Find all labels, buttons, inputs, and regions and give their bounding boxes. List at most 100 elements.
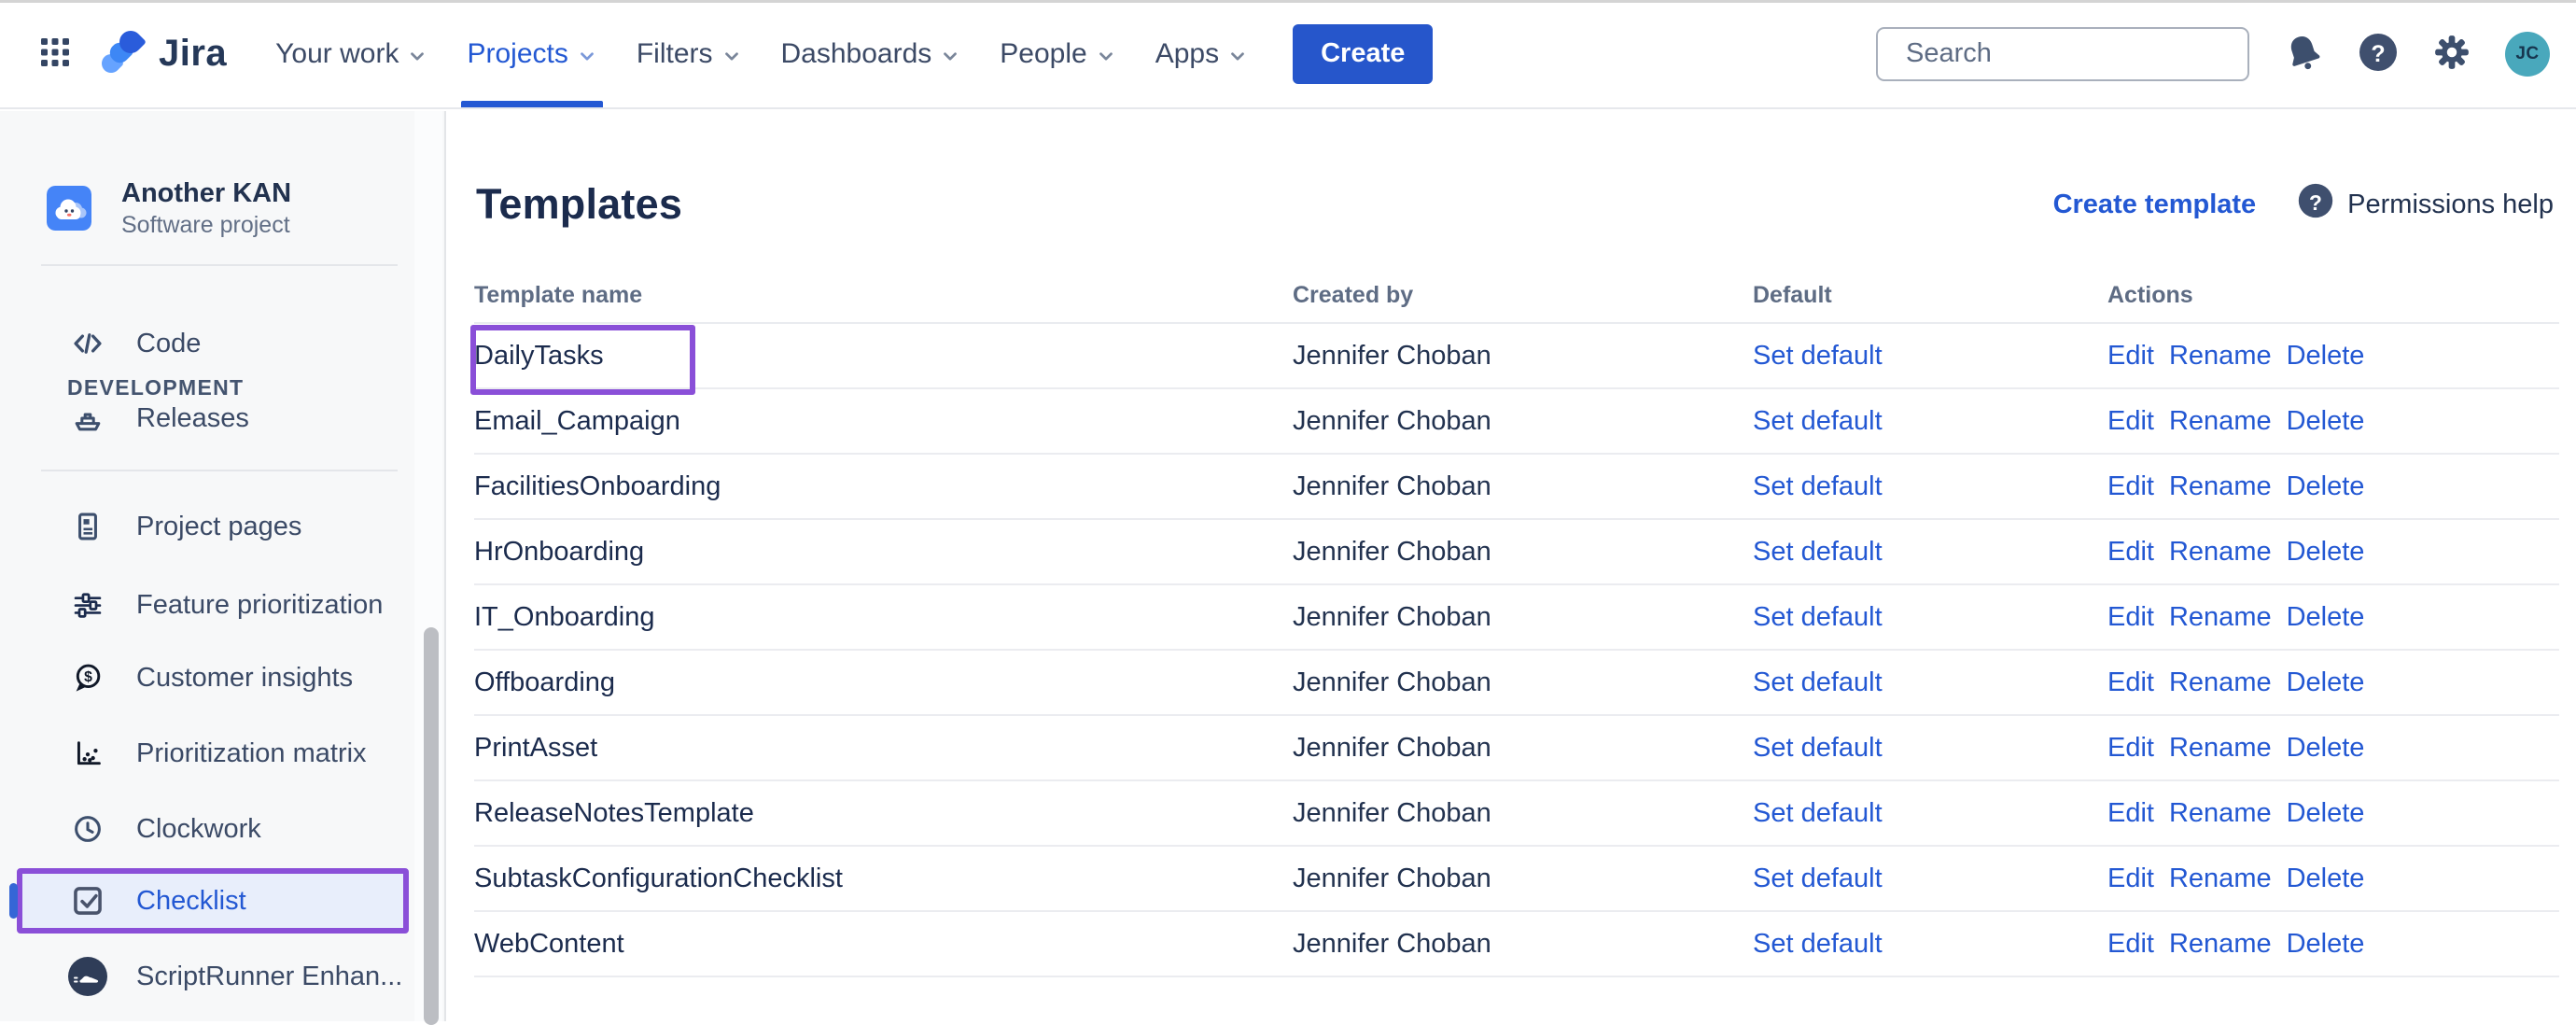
delete-link[interactable]: Delete (2287, 537, 2365, 568)
edit-link[interactable]: Edit (2107, 733, 2154, 764)
rename-link[interactable]: Rename (2169, 537, 2272, 568)
delete-link[interactable]: Delete (2287, 733, 2365, 764)
created-by-cell: Jennifer Choban (1293, 341, 1753, 372)
edit-link[interactable]: Edit (2107, 667, 2154, 698)
bell-icon (2283, 32, 2324, 76)
edit-link[interactable]: Edit (2107, 341, 2154, 372)
set-default-link[interactable]: Set default (1753, 667, 1883, 697)
created-by-cell: Jennifer Choban (1293, 471, 1753, 502)
nav-item-dashboards[interactable]: Dashboards (766, 0, 976, 107)
document-icon (67, 510, 108, 543)
chevron-down-icon (1227, 46, 1248, 66)
help-button[interactable]: ? (2358, 32, 2399, 76)
nav-item-label: People (1000, 38, 1086, 70)
table-row: SubtaskConfigurationChecklist Jennifer C… (474, 847, 2559, 912)
edit-link[interactable]: Edit (2107, 602, 2154, 633)
edit-link[interactable]: Edit (2107, 864, 2154, 894)
delete-link[interactable]: Delete (2287, 602, 2365, 633)
rename-link[interactable]: Rename (2169, 471, 2272, 502)
set-default-link[interactable]: Set default (1753, 537, 1883, 567)
actions-cell: Edit Rename Delete (2107, 537, 2559, 568)
actions-cell: Edit Rename Delete (2107, 406, 2559, 437)
permissions-help-link[interactable]: ? Permissions help (2297, 182, 2554, 227)
nav-item-apps[interactable]: Apps (1141, 0, 1263, 107)
svg-text:$: $ (84, 669, 92, 685)
nav-item-projects[interactable]: Projects (452, 0, 611, 107)
sidebar-item-label: Prioritization matrix (136, 738, 367, 769)
selected-indicator (9, 883, 18, 919)
rename-link[interactable]: Rename (2169, 341, 2272, 372)
template-name-cell: FacilitiesOnboarding (474, 471, 1293, 502)
sidebar-item-project-pages[interactable]: Project pages (17, 494, 409, 559)
column-header-default: Default (1753, 282, 2107, 309)
top-navigation-bar: Jira Your work Projects Filters Dashboar… (0, 0, 2576, 109)
actions-cell: Edit Rename Delete (2107, 798, 2559, 829)
sidebar-item-checklist[interactable]: Checklist (17, 868, 409, 934)
delete-link[interactable]: Delete (2287, 667, 2365, 698)
set-default-link[interactable]: Set default (1753, 929, 1883, 959)
rename-link[interactable]: Rename (2169, 406, 2272, 437)
sidebar-scrollbar-thumb[interactable] (424, 627, 439, 1025)
edit-link[interactable]: Edit (2107, 406, 2154, 437)
edit-link[interactable]: Edit (2107, 929, 2154, 960)
table-row: DailyTasks Jennifer Choban Set default E… (474, 324, 2559, 389)
jira-logo-text: Jira (159, 33, 227, 75)
template-name-cell: ReleaseNotesTemplate (474, 798, 1293, 829)
templates-table: Template name Created by Default Actions… (474, 278, 2559, 977)
table-row: Email_Campaign Jennifer Choban Set defau… (474, 389, 2559, 455)
rename-link[interactable]: Rename (2169, 667, 2272, 698)
rename-link[interactable]: Rename (2169, 929, 2272, 960)
template-name-cell: HrOnboarding (474, 537, 1293, 568)
jira-logo[interactable]: Jira (101, 30, 227, 78)
delete-link[interactable]: Delete (2287, 864, 2365, 894)
create-button[interactable]: Create (1293, 24, 1433, 84)
set-default-link[interactable]: Set default (1753, 406, 1883, 436)
rename-link[interactable]: Rename (2169, 798, 2272, 829)
set-default-link[interactable]: Set default (1753, 864, 1883, 893)
svg-text:?: ? (2371, 41, 2385, 67)
delete-link[interactable]: Delete (2287, 471, 2365, 502)
app-switcher-button[interactable] (26, 25, 84, 83)
set-default-link[interactable]: Set default (1753, 471, 1883, 501)
sidebar-item-label: Checklist (136, 886, 246, 917)
template-name-cell: Offboarding (474, 667, 1293, 698)
search-box[interactable] (1876, 27, 2249, 81)
sidebar-item-scriptrunner[interactable]: ScriptRunner Enhan... (17, 944, 409, 1009)
rename-link[interactable]: Rename (2169, 602, 2272, 633)
create-template-link[interactable]: Create template (2053, 190, 2257, 220)
nav-item-people[interactable]: People (985, 0, 1130, 107)
code-icon (67, 327, 108, 360)
delete-link[interactable]: Delete (2287, 798, 2365, 829)
checkbox-check-icon (67, 883, 108, 919)
set-default-link[interactable]: Set default (1753, 733, 1883, 763)
app-switcher-grid-icon (39, 36, 71, 71)
delete-link[interactable]: Delete (2287, 406, 2365, 437)
set-default-link[interactable]: Set default (1753, 798, 1883, 828)
edit-link[interactable]: Edit (2107, 537, 2154, 568)
notifications-button[interactable] (2283, 32, 2324, 76)
sidebar-item-prioritization-matrix[interactable]: Prioritization matrix (17, 721, 409, 786)
project-header[interactable]: Another KAN Software project (47, 177, 291, 239)
template-name-cell: WebContent (474, 929, 1293, 960)
sidebar-item-releases[interactable]: Releases (17, 386, 409, 451)
sidebar-item-clockwork[interactable]: Clockwork (17, 796, 409, 862)
sidebar-item-code[interactable]: Code (17, 311, 409, 376)
delete-link[interactable]: Delete (2287, 341, 2365, 372)
sidebar-item-feature-prioritization[interactable]: Feature prioritization (17, 572, 409, 638)
set-default-link[interactable]: Set default (1753, 341, 1883, 371)
search-input[interactable] (1904, 37, 2260, 70)
nav-item-filters[interactable]: Filters (622, 0, 757, 107)
rename-link[interactable]: Rename (2169, 733, 2272, 764)
nav-item-your-work[interactable]: Your work (260, 0, 442, 107)
sidebar-item-customer-insights[interactable]: $ Customer insights (17, 645, 409, 710)
settings-button[interactable] (2432, 33, 2471, 75)
sidebar-item-label: Feature prioritization (136, 590, 383, 621)
edit-link[interactable]: Edit (2107, 798, 2154, 829)
template-name-cell: SubtaskConfigurationChecklist (474, 864, 1293, 894)
delete-link[interactable]: Delete (2287, 929, 2365, 960)
sidebar-item-label: Releases (136, 403, 249, 434)
set-default-link[interactable]: Set default (1753, 602, 1883, 632)
user-avatar[interactable]: JC (2505, 32, 2550, 77)
rename-link[interactable]: Rename (2169, 864, 2272, 894)
edit-link[interactable]: Edit (2107, 471, 2154, 502)
